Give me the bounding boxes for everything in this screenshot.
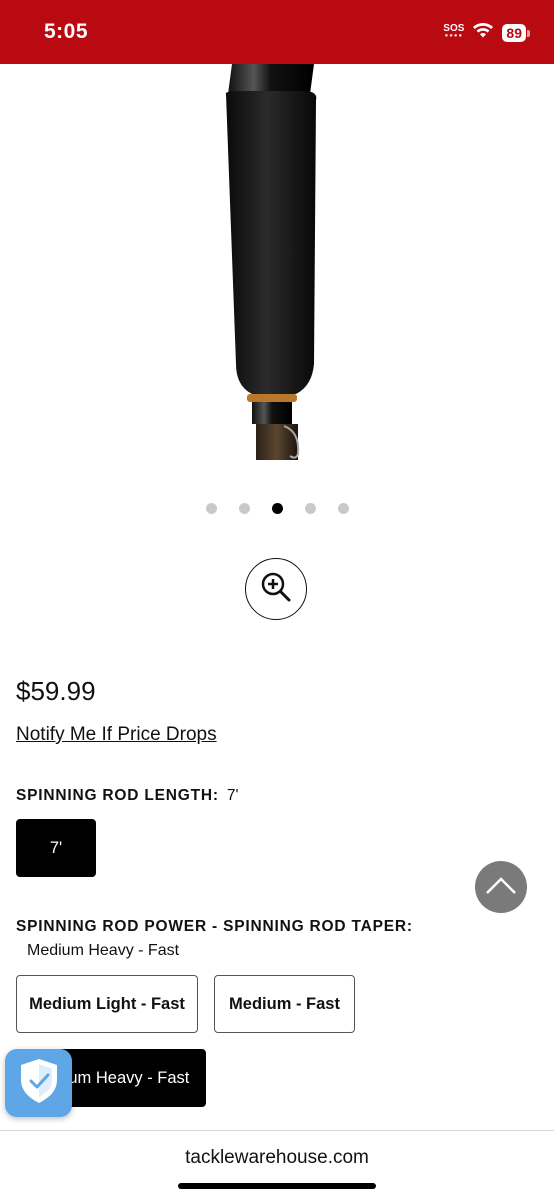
- gallery-dot[interactable]: [337, 503, 349, 514]
- shield-check-icon: [17, 1056, 61, 1111]
- status-icons: SOS ●●●● 89: [443, 22, 530, 44]
- gallery-dot[interactable]: [304, 503, 316, 514]
- power-option-button[interactable]: Medium Light - Fast: [16, 975, 198, 1033]
- battery-level: 89: [502, 24, 526, 42]
- length-label-text: SPINNING ROD LENGTH:: [16, 787, 219, 804]
- sos-label: SOS: [443, 22, 465, 34]
- url-address[interactable]: tacklewarehouse.com: [0, 1147, 554, 1169]
- length-option-button[interactable]: 7': [16, 819, 96, 877]
- power-option-label: SPINNING ROD POWER - SPINNING ROD TAPER:: [16, 918, 413, 935]
- product-price: $59.99: [16, 676, 96, 706]
- power-option-button[interactable]: Medium - Fast: [214, 975, 355, 1033]
- scroll-top-button[interactable]: [475, 861, 527, 913]
- notify-price-drop-link[interactable]: Notify Me If Price Drops: [16, 724, 217, 746]
- wifi-icon: [472, 22, 494, 44]
- home-indicator[interactable]: [178, 1183, 376, 1189]
- length-option-label: SPINNING ROD LENGTH: 7': [16, 787, 238, 805]
- status-time: 5:05: [44, 20, 89, 43]
- gallery-dot[interactable]: [238, 503, 250, 514]
- power-selected-value: Medium Heavy - Fast: [27, 942, 180, 959]
- product-image[interactable]: [0, 64, 554, 464]
- length-selected-value: 7': [226, 787, 239, 804]
- gallery-dots: [0, 503, 554, 514]
- security-badge[interactable]: [5, 1049, 72, 1117]
- status-bar: 5:05 SOS ●●●● 89: [0, 0, 554, 64]
- gallery-dot-active[interactable]: [271, 503, 283, 514]
- zoom-in-icon: [258, 569, 294, 610]
- battery-indicator: 89: [502, 24, 530, 42]
- browser-bottom-bar: tacklewarehouse.com: [0, 1130, 554, 1201]
- chevron-up-icon: [484, 874, 518, 901]
- gallery-dot[interactable]: [205, 503, 217, 514]
- zoom-button[interactable]: [245, 558, 307, 620]
- sos-indicator: SOS ●●●●: [443, 22, 465, 39]
